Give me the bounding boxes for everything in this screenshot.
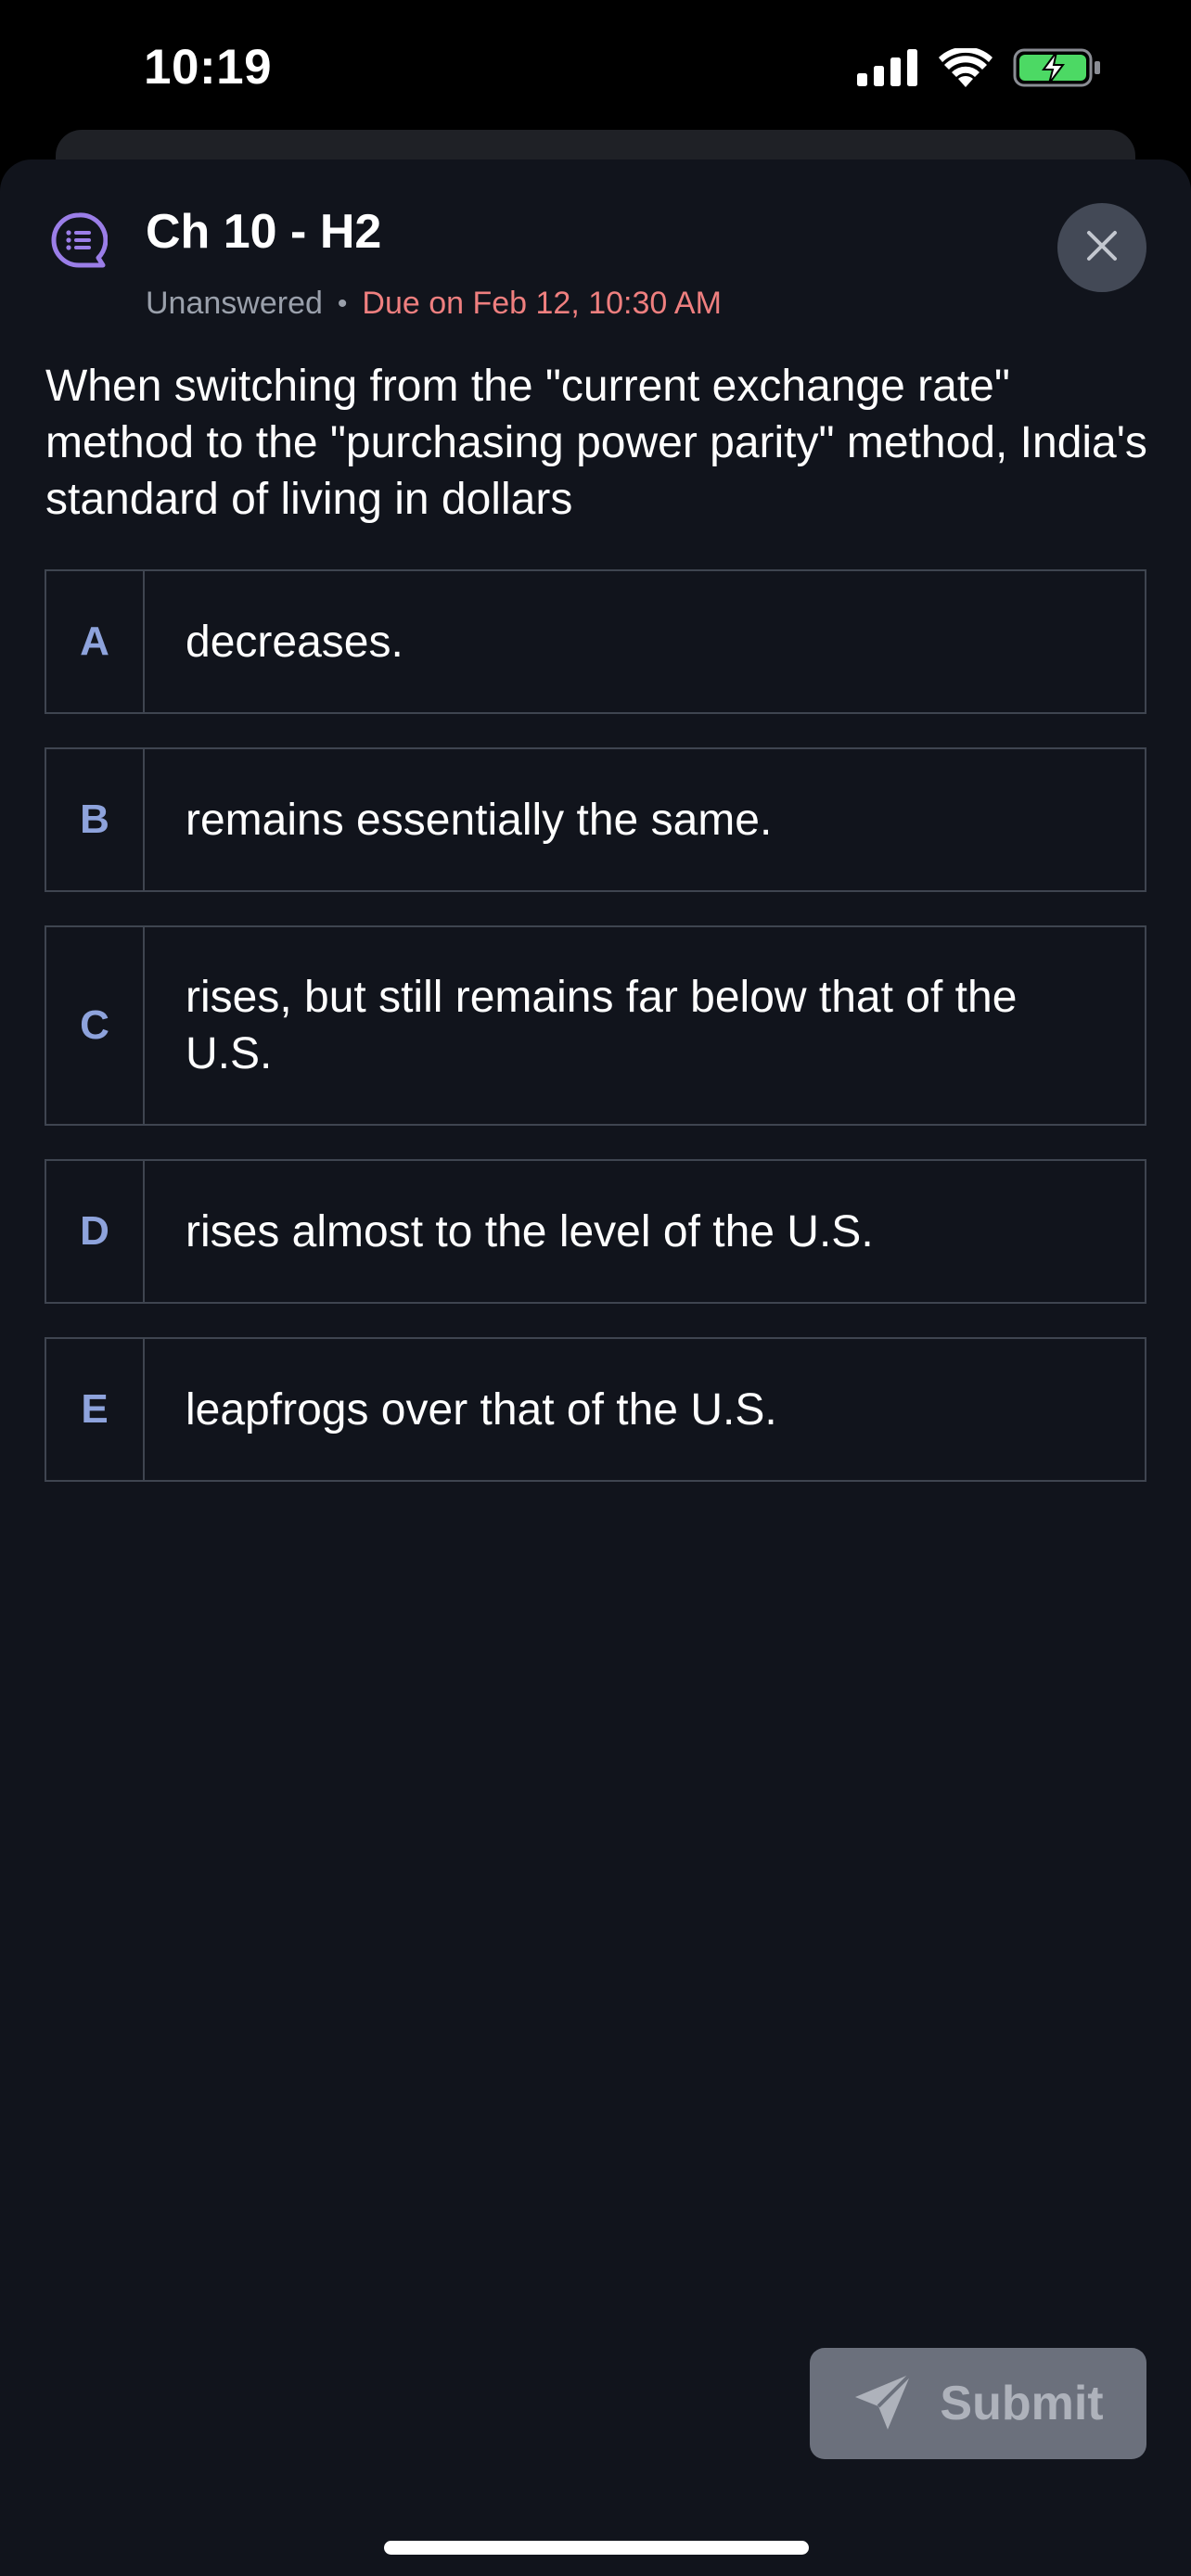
send-icon: [852, 2371, 914, 2437]
close-button[interactable]: [1057, 203, 1146, 292]
option-e[interactable]: E leapfrogs over that of the U.S.: [45, 1337, 1146, 1482]
status-bar: 10:19: [0, 0, 1191, 130]
option-text: leapfrogs over that of the U.S.: [186, 1384, 777, 1435]
due-date: Due on Feb 12, 10:30 AM: [362, 286, 722, 321]
home-indicator[interactable]: [384, 2541, 809, 2555]
option-letter: E: [46, 1339, 145, 1480]
status-time: 10:19: [144, 40, 273, 95]
status-icons: [857, 45, 1102, 94]
option-text: rises almost to the level of the U.S.: [186, 1206, 874, 1256]
battery-charging-icon: [1013, 46, 1102, 94]
option-letter: B: [46, 749, 145, 890]
submit-button[interactable]: Submit: [810, 2348, 1146, 2459]
meta-separator: •: [337, 287, 348, 319]
option-c[interactable]: C rises, but still remains far below tha…: [45, 925, 1146, 1126]
option-letter: A: [46, 571, 145, 712]
option-text: rises, but still remains far below that …: [186, 973, 1018, 1078]
assignment-title: Ch 10 - H2: [146, 205, 382, 259]
option-b[interactable]: B remains essentially the same.: [45, 747, 1146, 892]
option-text: remains essentially the same.: [186, 795, 773, 845]
answer-status: Unanswered: [146, 286, 323, 321]
option-text: decreases.: [186, 617, 403, 667]
submit-label: Submit: [940, 2377, 1104, 2430]
question-text: When switching from the "current exchang…: [45, 362, 1147, 524]
option-d[interactable]: D rises almost to the level of the U.S.: [45, 1159, 1146, 1304]
wifi-icon: [939, 45, 992, 92]
cellular-signal-icon: [857, 48, 918, 91]
option-a[interactable]: A decreases.: [45, 569, 1146, 714]
option-letter: D: [46, 1161, 145, 1302]
question-sheet: Ch 10 - H2 Unanswered • Due on Feb 12, 1…: [0, 159, 1191, 2576]
option-letter: C: [46, 927, 145, 1124]
assignment-meta: Unanswered • Due on Feb 12, 10:30 AM: [146, 286, 722, 322]
answer-options: A decreases. B remains essentially the s…: [45, 569, 1146, 1515]
close-icon: [1085, 229, 1119, 267]
discussion-list-icon: [50, 211, 109, 269]
